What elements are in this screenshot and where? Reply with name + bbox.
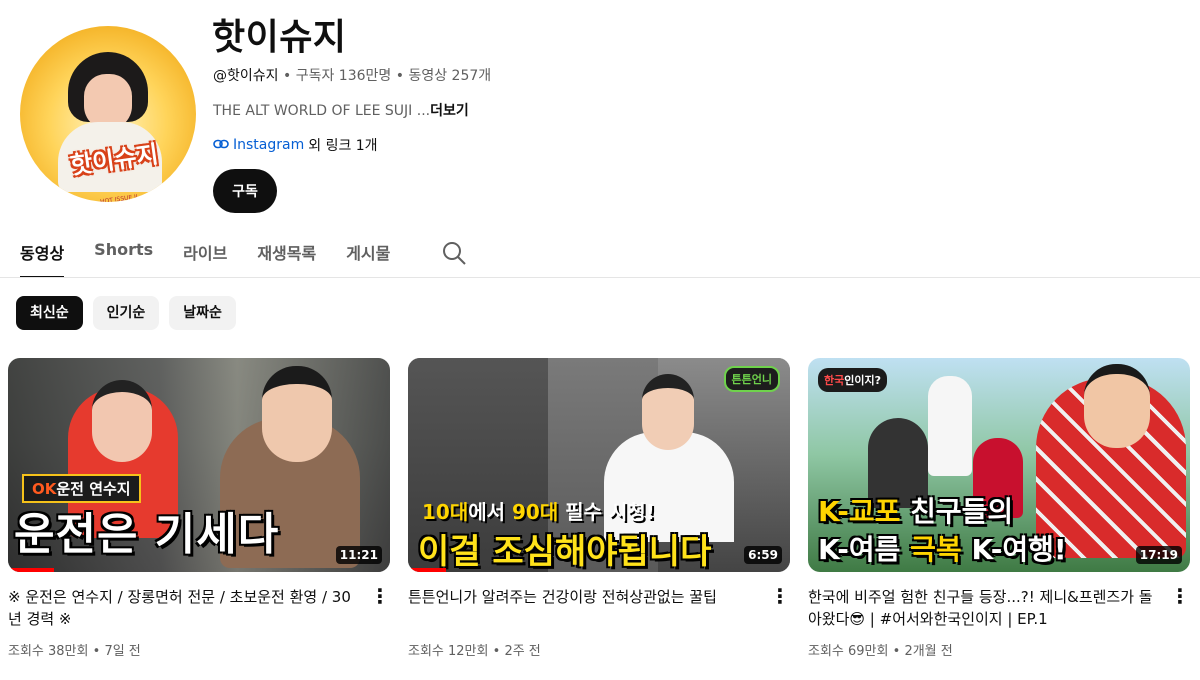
meta-separator: •: [92, 644, 101, 659]
tab-shorts[interactable]: Shorts: [94, 240, 153, 278]
watch-progress: [8, 568, 54, 572]
tab-live[interactable]: 라이브: [183, 240, 227, 278]
channel-tabs: 동영상 Shorts 라이브 재생목록 게시물: [20, 240, 420, 278]
subscribe-button[interactable]: 구독: [213, 169, 277, 213]
channel-avatar[interactable]: 핫이슈지 HOT ISSUE JI: [20, 26, 196, 202]
thumbnail-caption: 이걸 조심해야됩니다: [418, 532, 712, 572]
watch-progress: [408, 568, 447, 572]
upload-age: 2개월 전: [904, 644, 953, 659]
view-count: 조회수 69만회: [808, 644, 889, 659]
more-options-icon[interactable]: ⋮: [770, 586, 790, 610]
sort-chips: 최신순 인기순 날짜순: [16, 296, 236, 330]
meta-separator: •: [282, 68, 292, 84]
subscriber-count: 구독자 136만명: [295, 68, 392, 84]
chip-oldest[interactable]: 날짜순: [169, 296, 236, 330]
instagram-link[interactable]: Instagram: [233, 137, 304, 153]
search-icon[interactable]: [441, 240, 467, 266]
video-meta: 조회수 69만회 • 2개월 전: [808, 640, 953, 659]
thumbnail-caption-line1: K-교포 친구들의: [818, 495, 1014, 528]
more-link[interactable]: 더보기: [430, 103, 469, 119]
channel-links: Instagram 외 링크 1개: [213, 135, 378, 155]
description-text: THE ALT WORLD OF LEE SUJI ...: [213, 103, 431, 119]
upload-age: 7일 전: [104, 644, 141, 659]
thumbnail-caption: 운전은 기세다: [14, 509, 280, 560]
video-title[interactable]: ※ 운전은 연수지 / 장롱면허 전문 / 초보운전 환영 / 30년 경력 ※: [8, 586, 358, 630]
video-thumbnail[interactable]: 한국인이지? K-교포 친구들의 K-여름 극복 K-여행! 17:19: [808, 358, 1190, 572]
video-meta: 조회수 12만회 • 2주 전: [408, 640, 541, 659]
view-count: 조회수 38만회: [8, 644, 89, 659]
video-count: 동영상 257개: [408, 68, 492, 84]
channel-name: 핫이슈지: [212, 17, 347, 58]
video-card[interactable]: OK운전 연수지 운전은 기세다 11:21 ※ 운전은 연수지 / 장롱면허 …: [8, 358, 390, 659]
tab-posts[interactable]: 게시물: [346, 240, 390, 278]
view-count: 조회수 12만회: [408, 644, 489, 659]
meta-separator: •: [492, 644, 501, 659]
chip-latest[interactable]: 최신순: [16, 296, 83, 330]
link-icon: [213, 138, 229, 153]
video-duration: 11:21: [335, 546, 382, 564]
thumbnail-tag-text: 운전 연수지: [56, 480, 131, 498]
chip-popular[interactable]: 인기순: [92, 296, 160, 330]
meta-separator: •: [892, 644, 901, 659]
video-card[interactable]: 한국인이지? K-교포 친구들의 K-여름 극복 K-여행! 17:19 한국에…: [808, 358, 1190, 659]
meta-separator: •: [395, 68, 404, 84]
thumbnail-caption-line2: K-여름 극복 K-여행!: [818, 533, 1067, 566]
video-thumbnail[interactable]: 튼튼언니 10대에서 90대 필수 시청! 이걸 조심해야됩니다 6:59: [408, 358, 790, 572]
video-card[interactable]: 튼튼언니 10대에서 90대 필수 시청! 이걸 조심해야됩니다 6:59 튼튼…: [408, 358, 790, 659]
avatar-logo-sub: HOT ISSUE JI: [99, 193, 139, 202]
channel-meta: @핫이슈지 • 구독자 136만명 • 동영상 257개: [213, 65, 491, 85]
channel-handle: @핫이슈지: [213, 68, 279, 84]
more-links[interactable]: 외 링크 1개: [308, 135, 377, 155]
tabs-divider: [0, 277, 1200, 278]
video-duration: 17:19: [1135, 546, 1182, 564]
thumbnail-tag-ok: OK: [32, 480, 57, 498]
tab-playlists[interactable]: 재생목록: [257, 240, 316, 278]
video-duration: 6:59: [744, 546, 782, 564]
video-title[interactable]: 튼튼언니가 알려주는 건강이랑 전혀상관없는 꿀팁: [408, 586, 758, 608]
tab-videos[interactable]: 동영상: [20, 240, 65, 278]
video-title[interactable]: 한국에 비주얼 험한 친구들 등장...?! 제니&프렌즈가 돌아왔다😎 | #…: [808, 586, 1158, 630]
video-meta: 조회수 38만회 • 7일 전: [8, 640, 141, 659]
thumbnail-logo: 한국인이지?: [818, 368, 887, 392]
thumbnail-logo: 튼튼언니: [723, 366, 780, 392]
more-options-icon[interactable]: ⋮: [1170, 586, 1190, 610]
more-options-icon[interactable]: ⋮: [370, 586, 390, 610]
video-thumbnail[interactable]: OK운전 연수지 운전은 기세다 11:21: [8, 358, 390, 572]
upload-age: 2주 전: [504, 644, 541, 659]
thumbnail-subcaption: 10대에서 90대 필수 시청!: [422, 500, 655, 524]
channel-description[interactable]: THE ALT WORLD OF LEE SUJI ...더보기: [213, 100, 469, 120]
